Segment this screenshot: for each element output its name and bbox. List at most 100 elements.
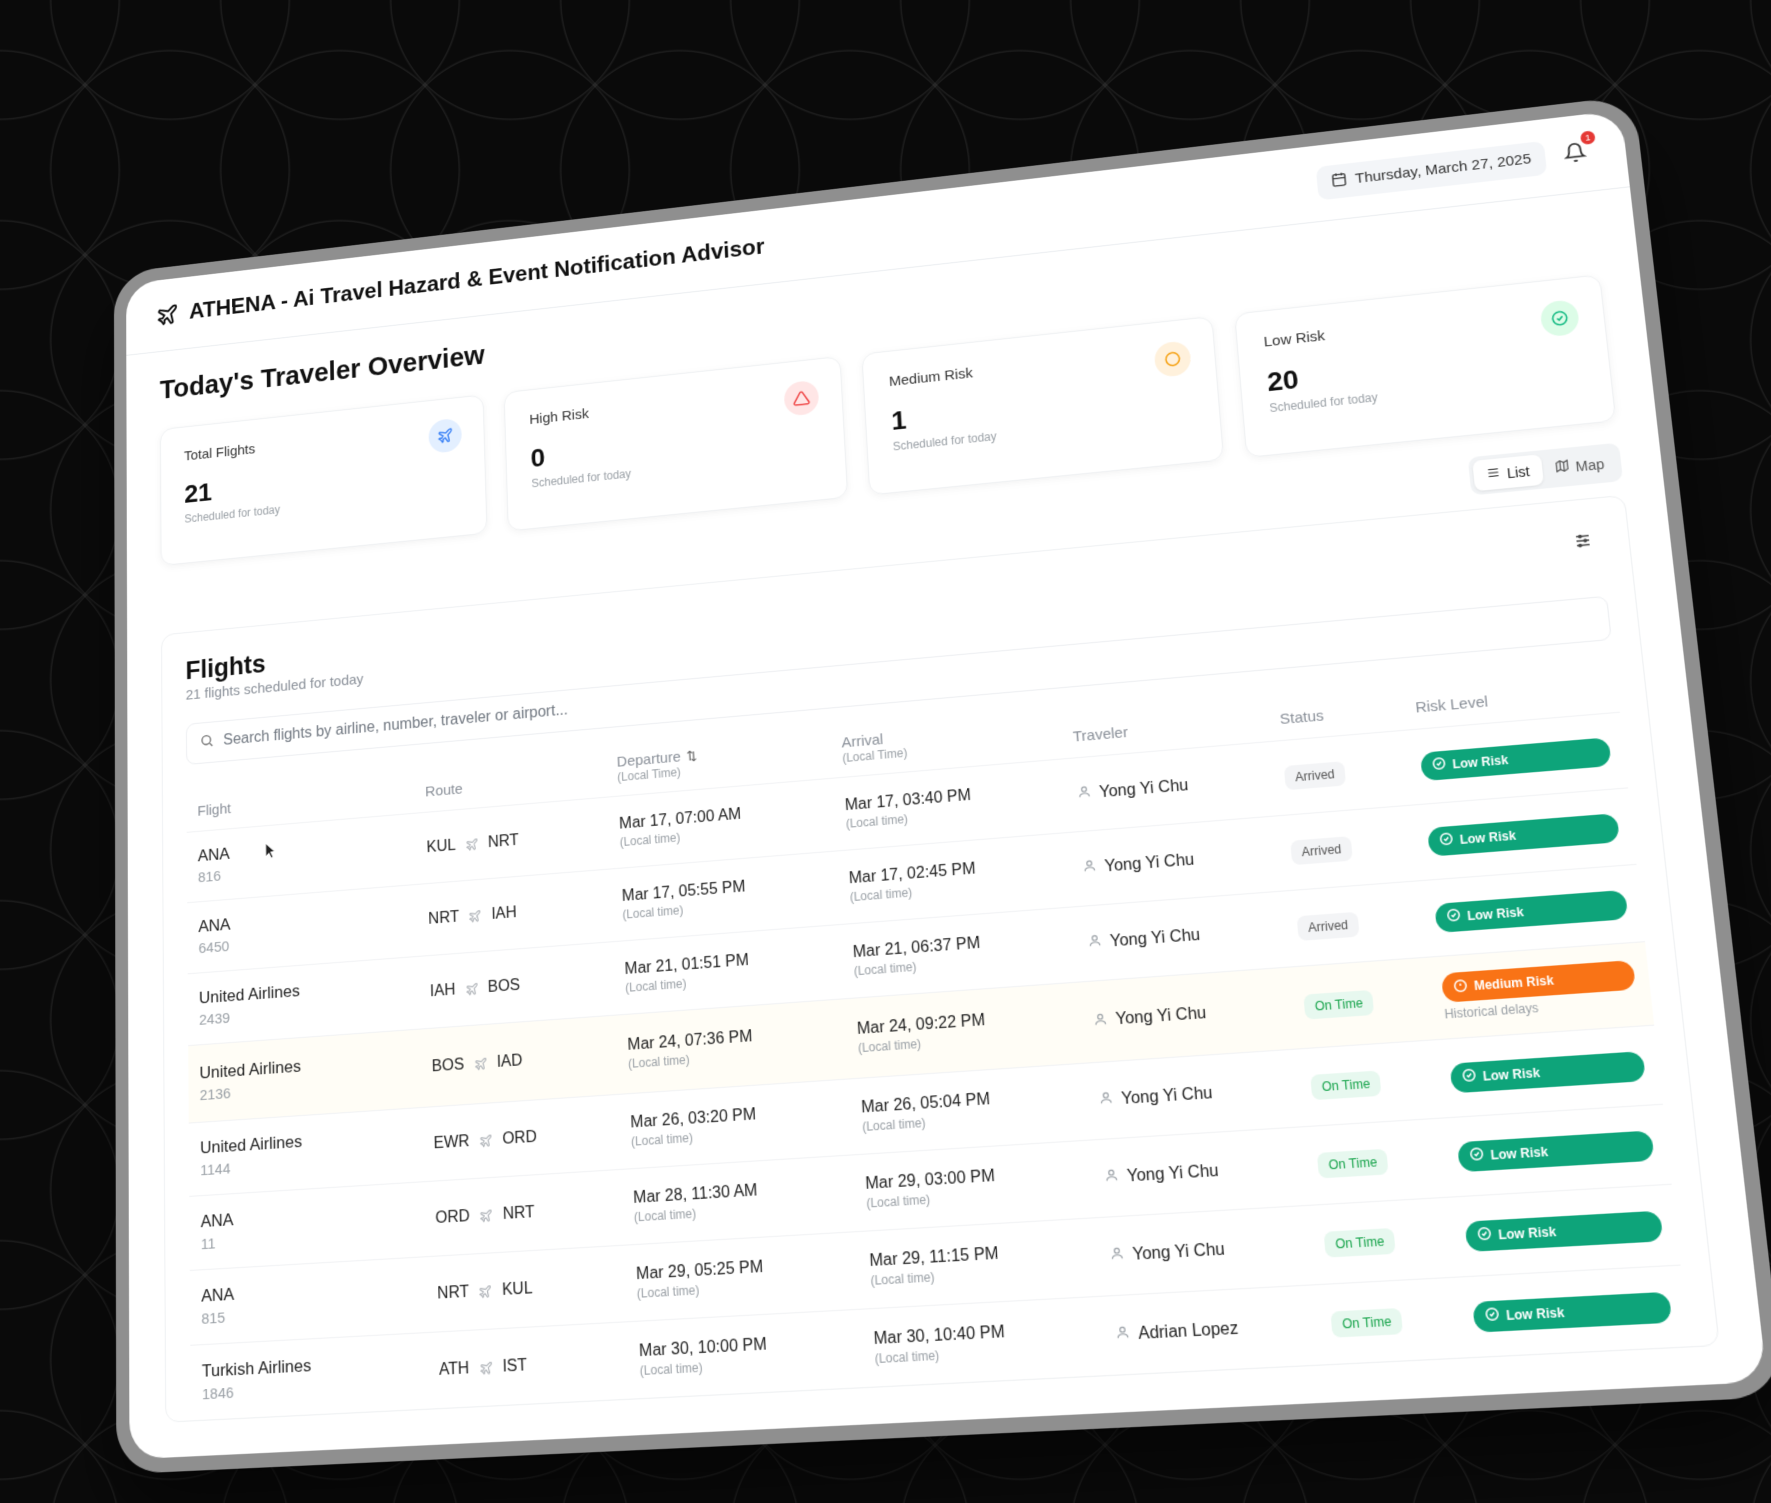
risk-badge[interactable]: Low Risk	[1464, 1210, 1663, 1252]
cell-status: Arrived	[1281, 880, 1427, 968]
cell-route: ATH IST	[426, 1321, 629, 1409]
origin-code: IAH	[429, 981, 456, 1000]
cell-route: IAH BOS	[417, 941, 615, 1030]
risk-badge[interactable]: Low Risk	[1419, 736, 1612, 781]
cell-departure: Mar 26, 03:20 PM (Local time)	[617, 1079, 852, 1170]
card-high-risk[interactable]: High Risk 0 Scheduled for today	[503, 355, 849, 532]
cell-arrival: Mar 29, 11:15 PM (Local time)	[855, 1217, 1100, 1310]
cell-traveler: Yong Yi Chu	[1083, 1049, 1302, 1141]
risk-label: Low Risk	[1466, 904, 1525, 923]
sort-icon[interactable]: ⇅	[686, 748, 697, 764]
origin-code: BOS	[431, 1056, 465, 1076]
status-badge: Arrived	[1296, 911, 1360, 941]
cell-status: On Time	[1295, 1039, 1442, 1127]
risk-badge[interactable]: Low Risk	[1426, 812, 1620, 857]
origin-code: ATH	[438, 1359, 470, 1379]
date-display[interactable]: Thursday, March 27, 2025	[1315, 140, 1548, 201]
mouse-cursor-icon	[265, 841, 278, 859]
user-icon	[1103, 1167, 1119, 1188]
column-traveler-label: Traveler	[1072, 724, 1129, 746]
map-view-label: Map	[1574, 455, 1606, 475]
plane-icon	[479, 1133, 493, 1148]
risk-label: Low Risk	[1482, 1064, 1541, 1084]
risk-badge[interactable]: Low Risk	[1471, 1291, 1672, 1333]
risk-label: Low Risk	[1505, 1304, 1565, 1323]
risk-badge[interactable]: Low Risk	[1433, 889, 1628, 933]
check-circle-icon	[1460, 1067, 1477, 1086]
destination-code: IAD	[496, 1052, 523, 1071]
user-icon	[1082, 858, 1098, 878]
alert-circle-icon	[1452, 977, 1469, 996]
status-badge: On Time	[1323, 1227, 1397, 1258]
list-view-label: List	[1506, 462, 1531, 481]
traveler-name: Yong Yi Chu	[1109, 926, 1201, 951]
notification-badge: 1	[1579, 129, 1596, 145]
flights-table: Flight Route Departure ⇅ (Local Time) Arr…	[186, 648, 1690, 1421]
cell-risk: Low Risk	[1448, 1184, 1681, 1278]
user-icon	[1087, 933, 1103, 953]
map-view-button[interactable]: Map	[1541, 447, 1619, 485]
card-medium-risk[interactable]: Medium Risk 1 Scheduled for today	[861, 315, 1225, 496]
cell-traveler: Yong Yi Chu	[1077, 967, 1296, 1064]
risk-badge[interactable]: Low Risk	[1456, 1129, 1655, 1172]
cell-departure: Mar 24, 07:36 PM (Local time)	[614, 998, 848, 1095]
column-flight-label: Flight	[197, 800, 232, 820]
cell-arrival: Mar 30, 10:40 PM (Local time)	[859, 1296, 1106, 1388]
destination-code: KUL	[501, 1279, 533, 1299]
check-circle-icon	[1431, 756, 1447, 774]
traveler-name: Yong Yi Chu	[1131, 1240, 1226, 1264]
destination-code: NRT	[487, 831, 519, 851]
list-view-button[interactable]: List	[1472, 454, 1544, 492]
flights-panel: Flights 21 flights scheduled for today S…	[161, 494, 1720, 1423]
filter-button[interactable]	[1563, 524, 1602, 561]
risk-label: Medium Risk	[1473, 973, 1555, 994]
cell-arrival: Mar 29, 03:00 PM (Local time)	[851, 1140, 1095, 1232]
card-low-risk[interactable]: Low Risk 20 Scheduled for today	[1234, 274, 1617, 458]
destination-code: BOS	[487, 976, 521, 996]
plane-icon	[478, 1284, 492, 1299]
risk-badge[interactable]: Low Risk	[1449, 1050, 1646, 1093]
list-icon	[1485, 465, 1501, 483]
origin-code: ORD	[435, 1207, 471, 1227]
risk-label: Low Risk	[1489, 1143, 1549, 1163]
tablet-frame: ATHENA - Ai Travel Hazard & Event Notifi…	[113, 95, 1771, 1475]
column-risk-label: Risk Level	[1414, 693, 1489, 717]
cell-status: On Time	[1288, 957, 1434, 1050]
card-total-flights[interactable]: Total Flights 21 Scheduled for today	[159, 394, 488, 567]
column-status[interactable]: Status	[1264, 667, 1405, 742]
search-icon	[200, 732, 215, 753]
date-text: Thursday, March 27, 2025	[1354, 150, 1532, 187]
cell-arrival: Mar 26, 05:04 PM (Local time)	[847, 1063, 1089, 1155]
user-icon	[1109, 1245, 1125, 1266]
plane-icon	[465, 837, 479, 852]
risk-label: Low Risk	[1459, 827, 1517, 847]
destination-code: IST	[502, 1356, 528, 1376]
main-content: Today's Traveler Overview Total Flights …	[126, 187, 1766, 1453]
bell-icon	[1563, 149, 1587, 168]
user-icon	[1076, 784, 1092, 804]
traveler-name: Adrian Lopez	[1137, 1319, 1239, 1343]
cell-departure: Mar 28, 11:30 AM (Local time)	[620, 1154, 856, 1246]
destination-code: ORD	[502, 1128, 538, 1148]
cell-risk: Low Risk	[1441, 1104, 1672, 1198]
cell-status: Arrived	[1275, 805, 1419, 892]
cell-status: On Time	[1301, 1118, 1449, 1206]
plane-icon	[468, 908, 482, 923]
cell-traveler: Adrian Lopez	[1099, 1284, 1322, 1376]
view-toggle: List Map	[1467, 442, 1624, 496]
cell-flight: ANA 815	[189, 1256, 427, 1346]
traveler-name: Yong Yi Chu	[1103, 850, 1195, 876]
check-circle-icon	[1438, 831, 1454, 850]
notifications-button[interactable]: 1	[1562, 129, 1596, 168]
user-icon	[1092, 1011, 1108, 1032]
plane-icon	[465, 981, 479, 996]
table-body: ANA 816 KUL NRT Mar 17, 07:00 AM (Local time)…	[186, 712, 1690, 1421]
traveler-name: Yong Yi Chu	[1098, 776, 1189, 801]
cell-flight: ANA 11	[189, 1181, 425, 1271]
cell-departure: Mar 29, 05:25 PM (Local time)	[623, 1231, 860, 1322]
cell-route: BOS IAD	[419, 1015, 618, 1108]
cell-departure: Mar 30, 10:00 PM (Local time)	[626, 1309, 864, 1399]
status-badge: On Time	[1316, 1148, 1389, 1178]
cell-traveler: Yong Yi Chu	[1088, 1126, 1309, 1218]
cell-status: Arrived	[1269, 730, 1412, 816]
